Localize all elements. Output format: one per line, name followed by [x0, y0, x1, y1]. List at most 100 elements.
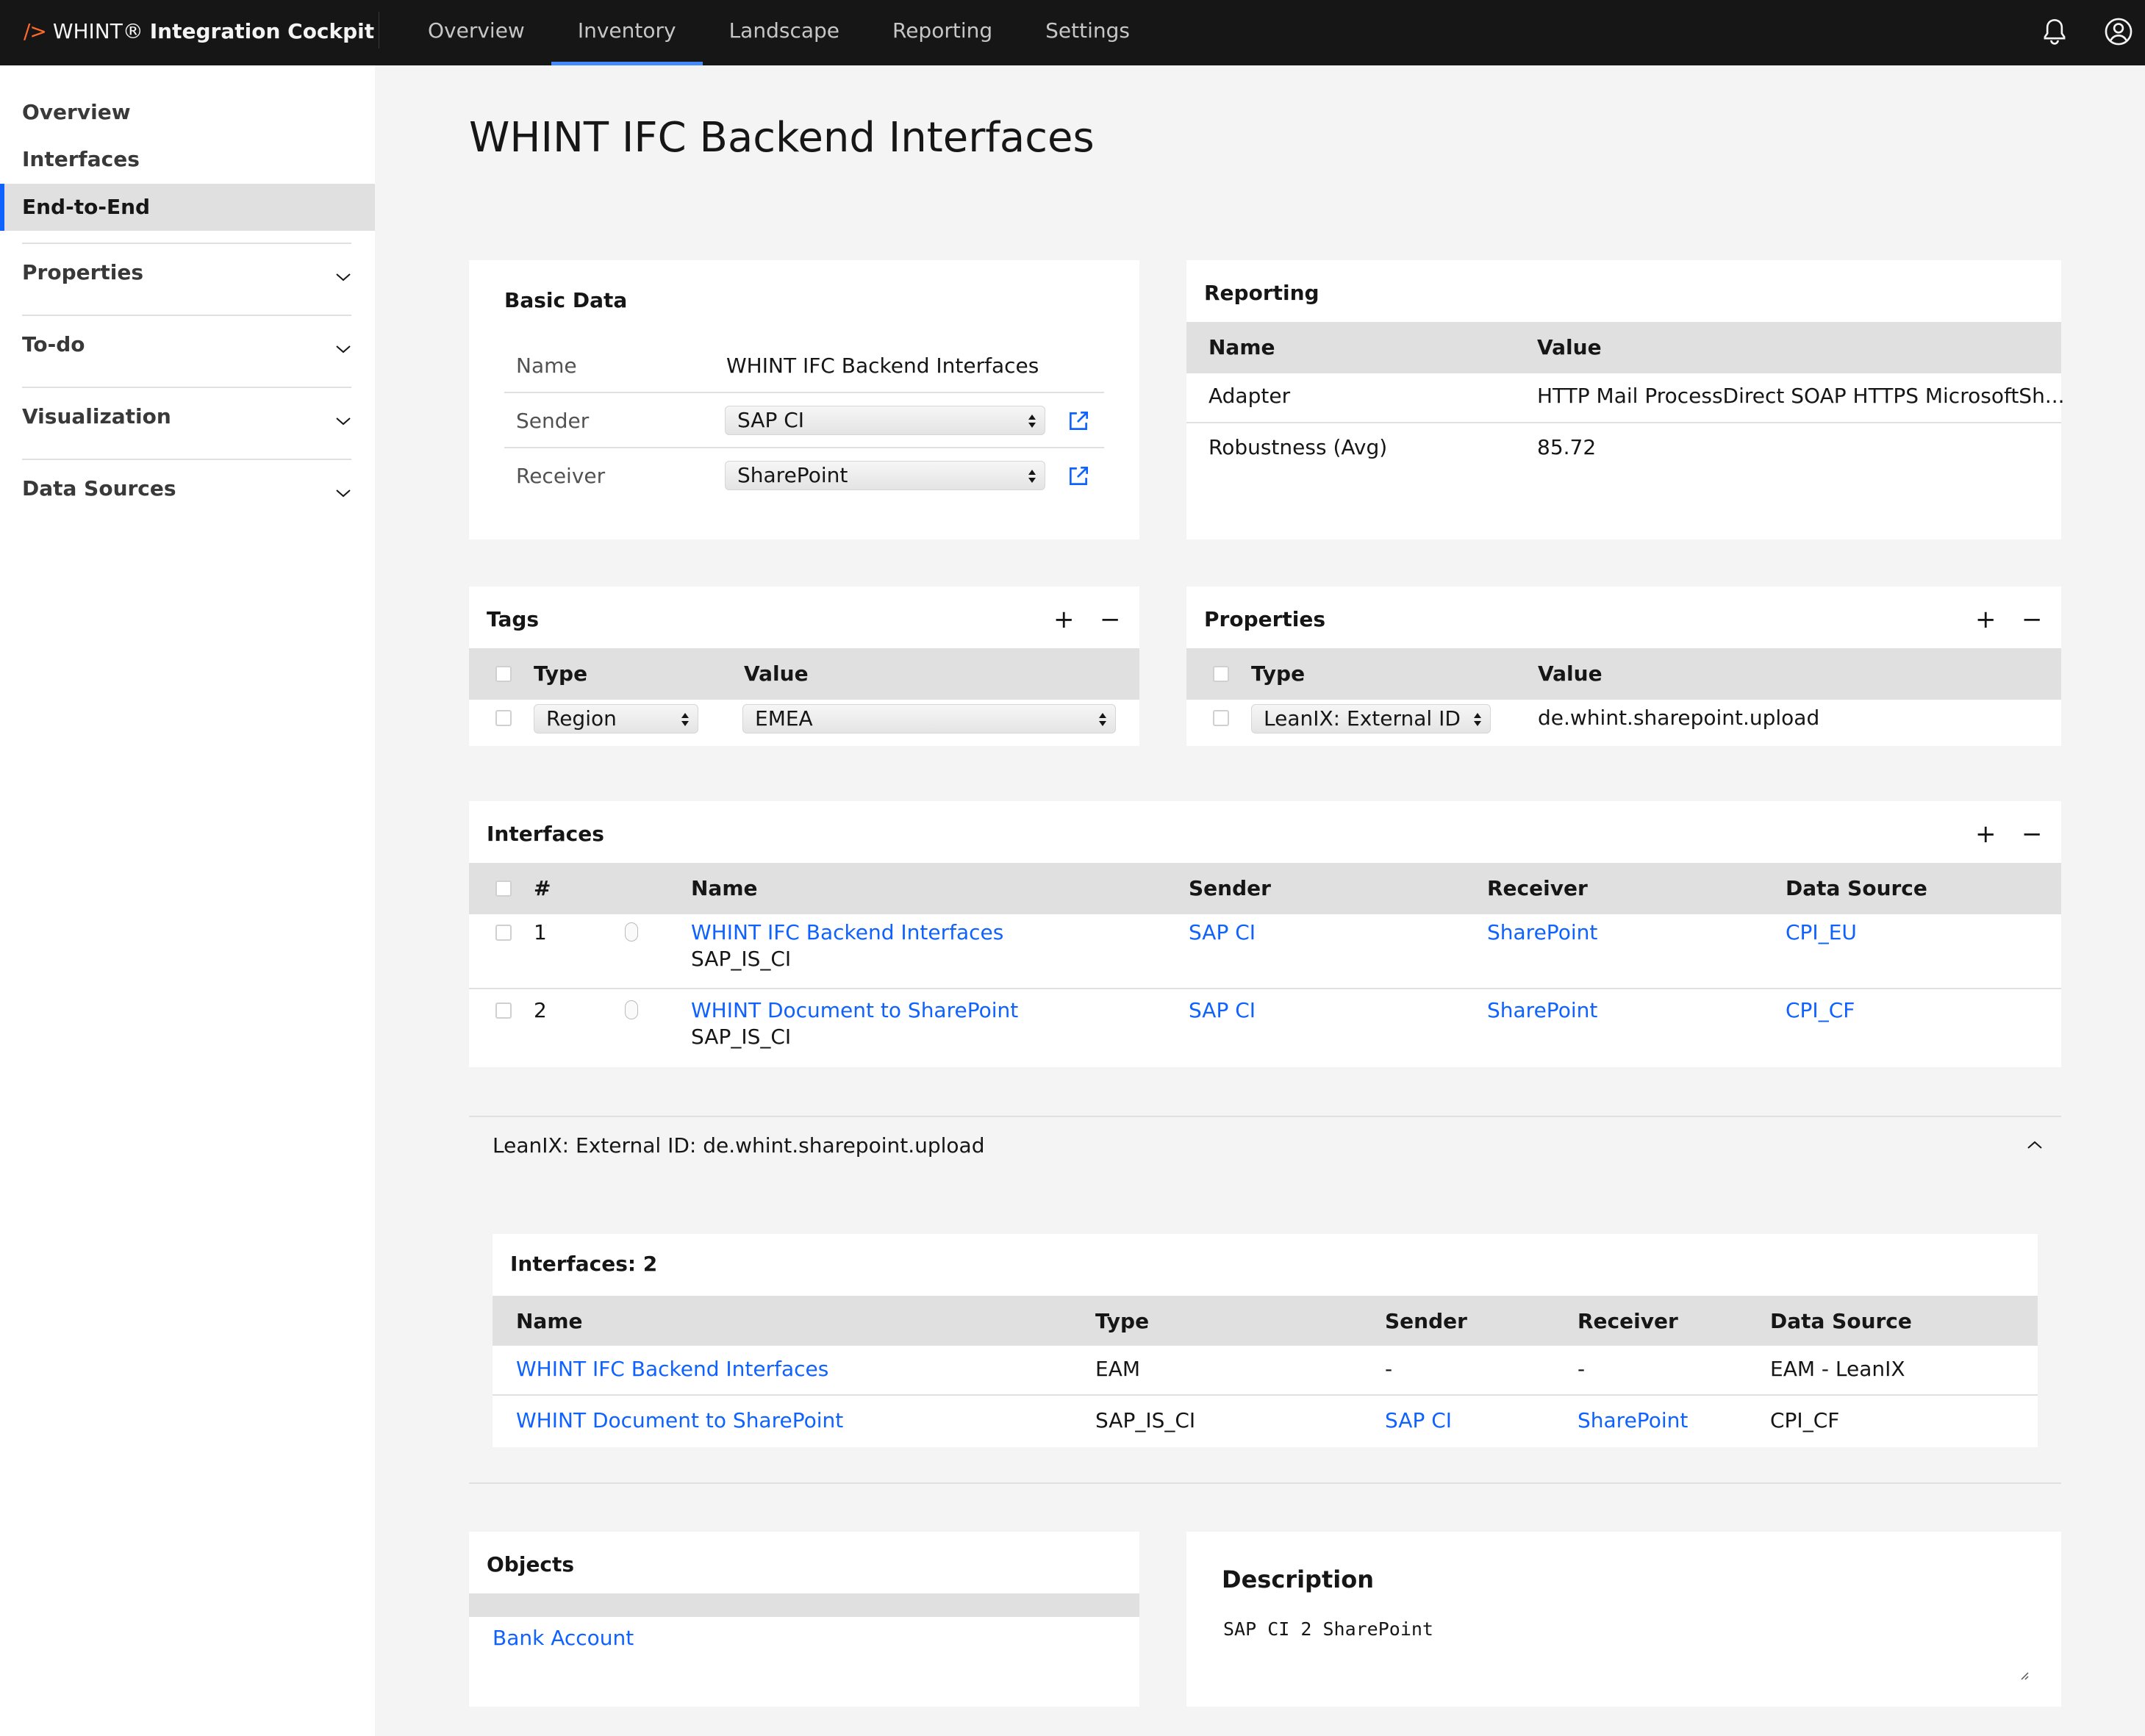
tags-tile: Tags + − Type Value Region EMEA [469, 587, 1139, 746]
receiver-label: Receiver [516, 464, 606, 488]
col-value: Value [1538, 661, 1603, 686]
select-all-checkbox[interactable] [495, 880, 512, 897]
sidebar-item-overview[interactable]: Overview [0, 89, 375, 136]
accordion-row-name-link[interactable]: WHINT Document to SharePoint [516, 1408, 843, 1432]
col-value: Value [1537, 335, 1602, 359]
basic-data-tile: Basic Data Name WHINT IFC Backend Interf… [469, 260, 1139, 539]
property-type-value: LeanIX: External ID [1264, 706, 1461, 731]
sidebar-group-data-sources[interactable]: Data Sources [22, 459, 351, 531]
add-interface-button[interactable]: + [1975, 822, 1997, 847]
col-data-source: Data Source [1786, 876, 1927, 900]
accordion-row-name-link[interactable]: WHINT IFC Backend Interfaces [516, 1357, 828, 1381]
col-name: Name [516, 1309, 583, 1333]
tag-value-select[interactable]: EMEA [742, 704, 1116, 734]
brand-prefix: /> [24, 19, 47, 43]
tag-type-value: Region [546, 706, 617, 731]
name-label: Name [516, 354, 577, 378]
tab-overview[interactable]: Overview [401, 0, 551, 65]
interfaces-table-header: # Name Sender Receiver Data Source [469, 863, 2061, 914]
accordion-row-receiver: - [1578, 1357, 1586, 1381]
reorder-stepper-icon[interactable] [625, 1000, 638, 1019]
interface-data-source-link[interactable]: CPI_EU [1786, 920, 1857, 944]
tab-inventory[interactable]: Inventory [551, 0, 703, 65]
col-receiver: Receiver [1578, 1309, 1678, 1333]
interface-sender-link[interactable]: SAP CI [1189, 998, 1256, 1022]
receiver-select[interactable]: SharePoint [725, 461, 1045, 490]
add-property-button[interactable]: + [1975, 607, 1997, 632]
user-avatar-icon[interactable] [2103, 16, 2134, 47]
sidebar-group-label: To-do [22, 332, 85, 356]
accordion-row-sender: - [1385, 1357, 1393, 1381]
resize-handle-icon[interactable] [2017, 1668, 2029, 1680]
accordion-row-sender-link[interactable]: SAP CI [1385, 1408, 1452, 1432]
reporting-row-name: Robustness (Avg) [1208, 435, 1388, 459]
sender-select[interactable]: SAP CI [725, 406, 1045, 435]
row-checkbox[interactable] [495, 710, 512, 726]
reporting-table-header: Name Value [1186, 322, 2061, 373]
interface-receiver-link[interactable]: SharePoint [1487, 998, 1597, 1022]
tag-type-select[interactable]: Region [534, 704, 698, 734]
basic-data-heading: Basic Data [504, 288, 628, 312]
accordion-row-receiver-link[interactable]: SharePoint [1578, 1408, 1688, 1432]
brand-logo[interactable]: /> WHINT® Integration Cockpit [24, 0, 374, 65]
accordion-table-header: Name Type Sender Receiver Data Source [493, 1296, 2038, 1346]
tab-settings[interactable]: Settings [1019, 0, 1156, 65]
col-name: Name [691, 876, 758, 900]
select-all-checkbox[interactable] [1213, 666, 1229, 682]
sidebar: Overview Interfaces End-to-End Propertie… [0, 65, 375, 1736]
interface-number: 2 [534, 998, 547, 1022]
col-receiver: Receiver [1487, 876, 1588, 900]
remove-tag-button[interactable]: − [1100, 607, 1121, 632]
interface-sender-link[interactable]: SAP CI [1189, 920, 1256, 944]
chevron-up-icon [2027, 1141, 2042, 1149]
row-checkbox[interactable] [495, 1002, 512, 1019]
tab-reporting[interactable]: Reporting [866, 0, 1019, 65]
sidebar-item-interfaces[interactable]: Interfaces [0, 136, 375, 183]
property-value: de.whint.sharepoint.upload [1538, 706, 1820, 730]
select-arrows-icon [1028, 415, 1036, 428]
col-name: Name [1208, 335, 1275, 359]
description-textarea[interactable]: SAP CI 2 SharePoint [1223, 1618, 2029, 1680]
properties-table-header: Type Value [1186, 648, 2061, 700]
sidebar-group-visualization[interactable]: Visualization [22, 387, 351, 459]
interface-data-source-link[interactable]: CPI_CF [1786, 998, 1855, 1022]
sidebar-group-to-do[interactable]: To-do [22, 315, 351, 387]
sidebar-item-end-to-end[interactable]: End-to-End [0, 184, 375, 231]
properties-tile: Properties + − Type Value LeanIX: Extern… [1186, 587, 2061, 746]
properties-heading: Properties [1204, 607, 1326, 631]
open-sender-icon[interactable] [1066, 409, 1091, 434]
sidebar-group-label: Properties [22, 260, 144, 284]
add-tag-button[interactable]: + [1053, 607, 1075, 632]
sidebar-group-label: Data Sources [22, 476, 176, 501]
col-type: Type [1095, 1309, 1150, 1333]
interface-type: SAP_IS_CI [691, 947, 792, 971]
tab-landscape[interactable]: Landscape [703, 0, 866, 65]
select-arrows-icon [681, 713, 689, 726]
row-divider [493, 1394, 2038, 1396]
row-checkbox[interactable] [1213, 710, 1229, 726]
bell-icon[interactable] [2039, 16, 2070, 47]
remove-property-button[interactable]: − [2022, 607, 2043, 632]
main-content: WHINT IFC Backend Interfaces Basic Data … [375, 65, 2145, 1736]
property-type-select[interactable]: LeanIX: External ID [1251, 704, 1491, 734]
interface-number: 1 [534, 920, 547, 944]
interface-type: SAP_IS_CI [691, 1025, 792, 1049]
select-arrows-icon [1099, 713, 1106, 726]
remove-interface-button[interactable]: − [2022, 822, 2043, 847]
row-checkbox[interactable] [495, 925, 512, 941]
accordion-header[interactable]: LeanIX: External ID: de.whint.sharepoint… [469, 1117, 2061, 1176]
select-all-checkbox[interactable] [495, 666, 512, 682]
reporting-row-value: HTTP Mail ProcessDirect SOAP HTTPS Micro… [1537, 384, 2065, 408]
tags-table-header: Type Value [469, 648, 1139, 700]
interface-name-link[interactable]: WHINT IFC Backend Interfaces [691, 920, 1003, 944]
interface-name-link[interactable]: WHINT Document to SharePoint [691, 998, 1018, 1022]
col-type: Type [534, 661, 588, 686]
interfaces-heading: Interfaces [487, 822, 604, 846]
open-receiver-icon[interactable] [1066, 464, 1091, 489]
sidebar-group-properties[interactable]: Properties [22, 243, 351, 315]
brand-name: WHINT® [52, 19, 143, 43]
reorder-stepper-icon[interactable] [625, 922, 638, 941]
object-link[interactable]: Bank Account [493, 1626, 634, 1650]
row-divider [504, 447, 1104, 448]
interface-receiver-link[interactable]: SharePoint [1487, 920, 1597, 944]
